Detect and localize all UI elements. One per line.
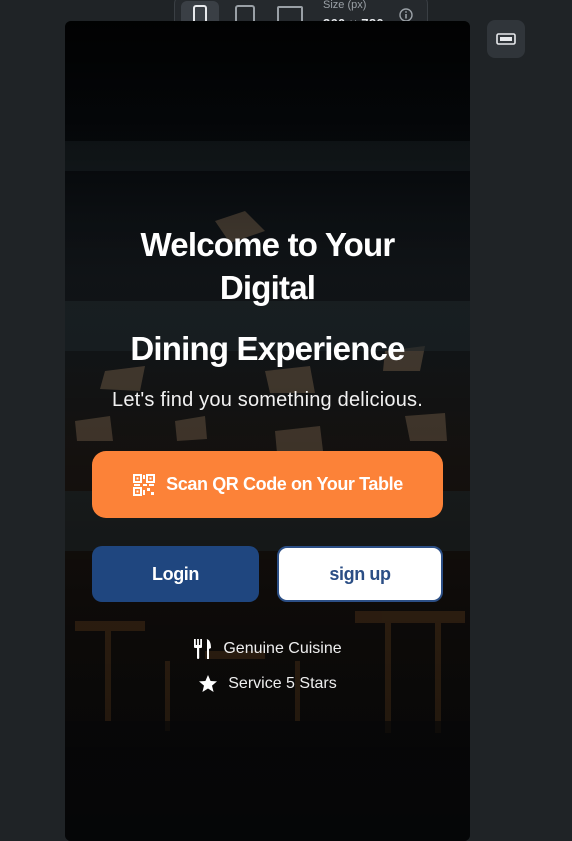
size-label: Size (px) [323,0,367,11]
qr-code-icon [133,473,156,496]
signup-label: sign up [329,563,391,584]
scan-qr-button[interactable]: Scan QR Code on Your Table [92,451,443,518]
hero-title-line2: Digital [219,269,316,306]
info-icon[interactable] [399,8,413,22]
background-overlay [65,21,470,841]
star-icon [199,675,218,692]
device-frame-button[interactable] [487,20,525,58]
phone-viewport: Welcome to Your Digital Dining Experienc… [65,21,470,841]
feature-service-stars: Service 5 Stars [65,674,470,694]
hero-title-line1: Welcome to Your [140,226,396,263]
device-frame-icon [496,33,516,45]
utensils-icon [194,639,212,659]
hero-title-line3: Dining Experience [130,330,405,367]
feature-label: Service 5 Stars [228,675,337,692]
scan-qr-label: Scan QR Code on Your Table [166,474,403,494]
signup-button[interactable]: sign up [277,546,443,602]
feature-genuine-cuisine: Genuine Cuisine [65,638,470,660]
feature-label: Genuine Cuisine [223,640,342,657]
hero-tagline: Let's find you something delicious. [112,389,423,411]
login-button[interactable]: Login [92,546,259,602]
login-label: Login [152,563,199,584]
